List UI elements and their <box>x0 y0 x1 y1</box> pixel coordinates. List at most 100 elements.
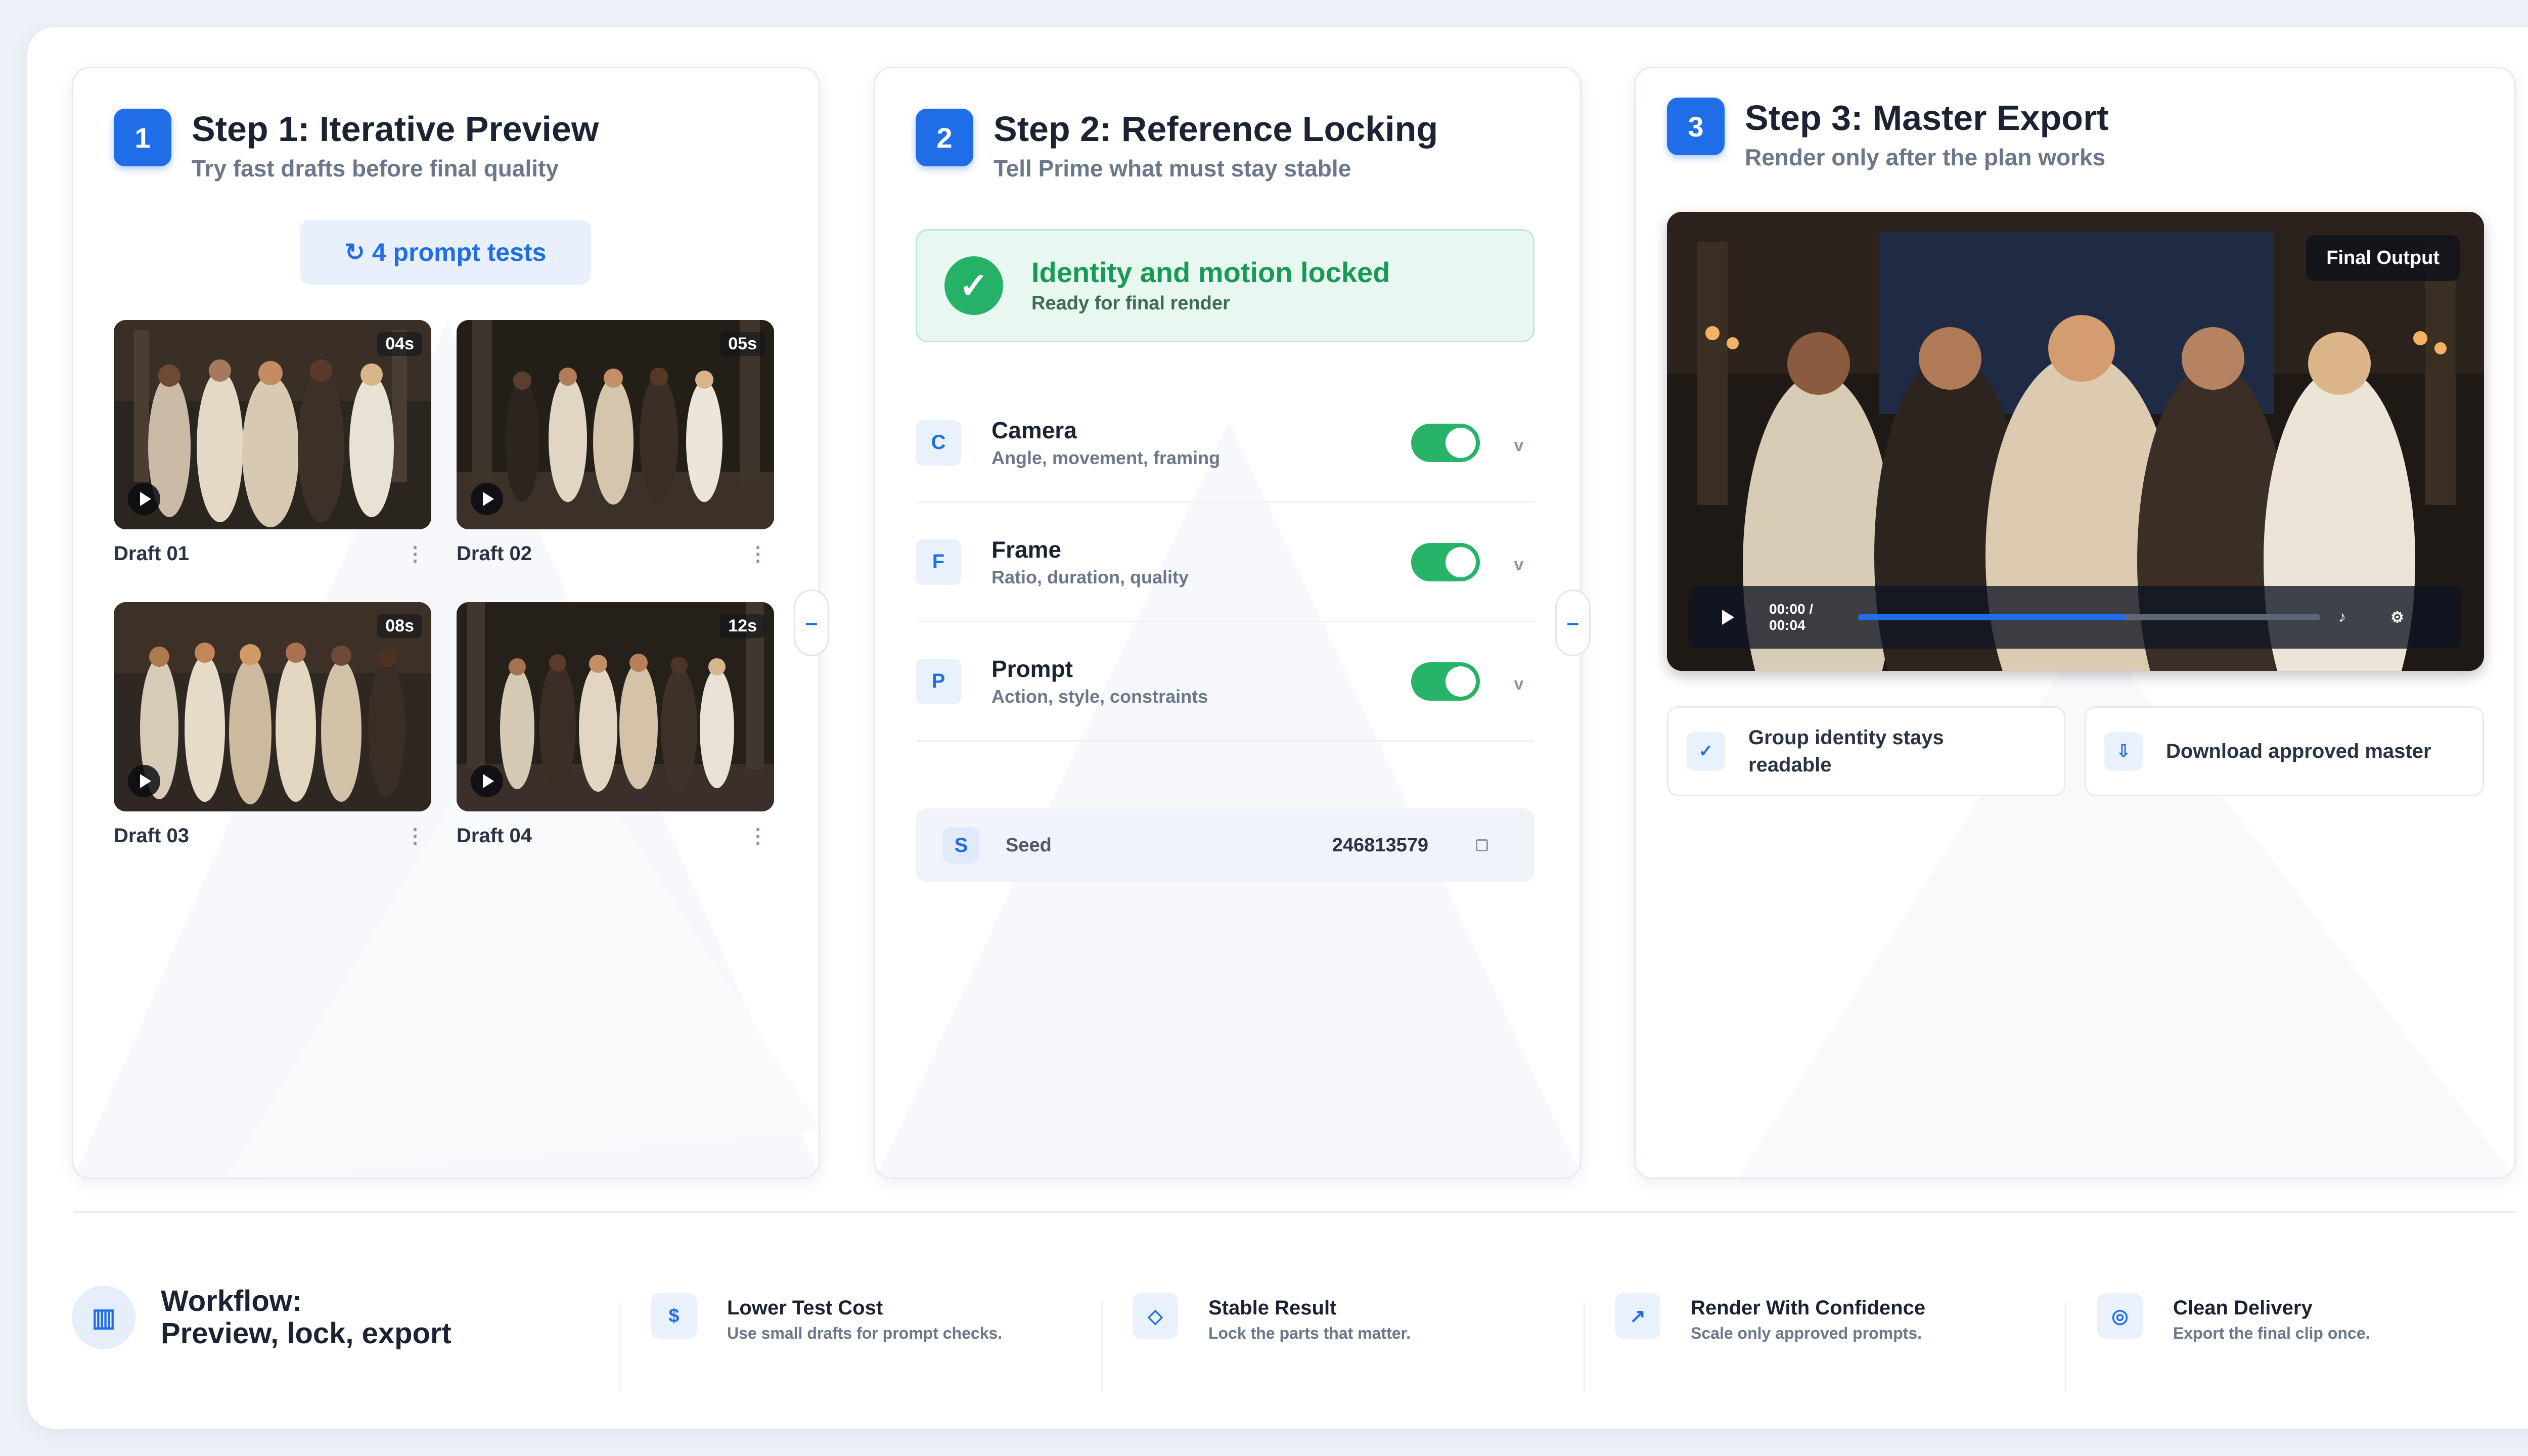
step3-title: Step 3: Master Export <box>1745 98 2109 138</box>
footer-benefit: ↗ Render With Confidence Scale only appr… <box>1615 1270 1925 1345</box>
prompt-tests-button[interactable]: ↻ 4 prompt tests <box>300 220 591 285</box>
lock-row-subtitle: Angle, movement, framing <box>991 447 1221 468</box>
workflow-summary: ▥ Workflow: Preview, lock, export <box>72 1285 452 1350</box>
step2-header: 2 Step 2: Reference Locking Tell Prime w… <box>916 109 1438 185</box>
collapse-handle-icon[interactable]: – <box>1555 589 1591 656</box>
benefit-subtitle: Export the final clip once. <box>2173 1324 2370 1342</box>
draft-label: Draft 03 <box>114 825 189 847</box>
prompt-lock-toggle[interactable] <box>1411 662 1480 701</box>
dollar-icon: $ <box>651 1293 697 1339</box>
benefit-title: Lower Test Cost <box>727 1297 883 1319</box>
duration-badge: 08s <box>377 614 422 638</box>
arrow-up-right-icon: ↗ <box>1615 1293 1660 1339</box>
draft-card[interactable]: 04s Draft 01 ⋮ <box>114 320 431 565</box>
step1-title: Step 1: Iterative Preview <box>192 109 599 149</box>
more-options-icon[interactable]: ⋮ <box>748 544 768 564</box>
footer-separator <box>1101 1301 1103 1392</box>
draft-thumbnail[interactable]: 05s <box>457 320 774 529</box>
frame-icon: F <box>916 539 961 585</box>
draft-label: Draft 04 <box>457 825 532 847</box>
chevron-down-icon[interactable]: v <box>1503 549 1534 575</box>
prompt-icon: P <box>916 658 961 704</box>
time-current: 00:00 / <box>1769 601 1814 617</box>
workflow-title: Workflow: <box>161 1285 302 1317</box>
duration-badge: 12s <box>720 614 765 638</box>
progress-fill <box>1858 614 2127 620</box>
benefit-subtitle: Scale only approved prompts. <box>1691 1324 1922 1342</box>
lock-row-title: Prompt <box>991 655 1073 682</box>
play-icon[interactable] <box>128 483 160 515</box>
play-icon[interactable] <box>1707 598 1746 636</box>
step2-title: Step 2: Reference Locking <box>994 109 1438 149</box>
draft-thumbnail[interactable]: 12s <box>457 602 774 811</box>
camera-icon: C <box>916 420 961 466</box>
collapse-handle-icon[interactable]: – <box>794 589 829 656</box>
more-options-icon[interactable]: ⋮ <box>748 826 768 846</box>
draft-thumbnail[interactable]: 08s <box>114 602 431 811</box>
frame-lock-toggle[interactable] <box>1411 542 1480 581</box>
check-icon: ✓ <box>1687 732 1725 770</box>
step-number-badge: 3 <box>1667 98 1725 155</box>
footer-benefit: ◎ Clean Delivery Export the final clip o… <box>2097 1270 2370 1345</box>
settings-icon[interactable]: ⚙ <box>2390 609 2404 626</box>
lock-row-frame[interactable]: F Frame Ratio, duration, quality v <box>916 503 1534 622</box>
seed-label: Seed <box>1006 834 1052 856</box>
copy-icon[interactable] <box>1476 839 1488 851</box>
identity-feature-card: ✓ Group identity stays readable <box>1667 706 2065 796</box>
lock-row-prompt[interactable]: P Prompt Action, style, constraints v <box>916 622 1534 742</box>
more-options-icon[interactable]: ⋮ <box>405 544 425 564</box>
progress-track[interactable] <box>1858 614 2320 620</box>
footer-separator <box>1584 1301 1585 1392</box>
footer-separator <box>2065 1301 2066 1392</box>
final-video-player[interactable]: Final Output 00:00 / 00:04 ♪ ⚙ <box>1667 212 2484 671</box>
draft-card[interactable]: 08s Draft 03 ⋮ <box>114 602 431 847</box>
refresh-icon: ↻ <box>344 239 365 266</box>
play-icon[interactable] <box>471 765 503 797</box>
app-canvas: 1 Step 1: Iterative Preview Try fast dra… <box>27 27 2528 1429</box>
chevron-down-icon[interactable]: v <box>1503 430 1534 456</box>
step2-panel: 2 Step 2: Reference Locking Tell Prime w… <box>874 67 1582 1179</box>
lock-row-camera[interactable]: C Camera Angle, movement, framing v <box>916 384 1534 503</box>
seed-value: 246813579 <box>1332 834 1428 856</box>
play-icon[interactable] <box>471 483 503 515</box>
time-display: 00:00 / 00:04 <box>1769 601 1825 633</box>
step3-header: 3 Step 3: Master Export Render only afte… <box>1667 98 2109 173</box>
benefit-title: Stable Result <box>1208 1297 1337 1319</box>
camera-lock-toggle[interactable] <box>1411 423 1480 462</box>
diamond-icon: ◇ <box>1133 1293 1178 1339</box>
check-circle-icon: ✓ <box>944 256 1003 315</box>
lock-row-title: Frame <box>991 536 1062 563</box>
step-number-badge: 2 <box>916 109 973 166</box>
footer-benefit: $ Lower Test Cost Use small drafts for p… <box>651 1270 1002 1345</box>
download-master-button[interactable]: ⇩ Download approved master <box>2085 706 2484 796</box>
target-icon: ◎ <box>2097 1293 2143 1339</box>
seed-field[interactable]: S Seed 246813579 <box>916 808 1534 882</box>
step3-panel: 3 Step 3: Master Export Render only afte… <box>1634 67 2516 1179</box>
lock-row-subtitle: Ratio, duration, quality <box>991 566 1189 587</box>
download-icon: ⇩ <box>2104 732 2143 770</box>
duration-badge: 05s <box>720 332 765 356</box>
step-number-badge: 1 <box>114 109 171 166</box>
footer-divider <box>73 1211 2515 1213</box>
lock-status-subtitle: Ready for final render <box>1031 293 1230 314</box>
benefit-title: Clean Delivery <box>2173 1297 2313 1319</box>
music-icon[interactable]: ♪ <box>2338 609 2346 626</box>
draft-thumbnail[interactable]: 04s <box>114 320 431 529</box>
lock-row-title: Camera <box>991 417 1077 443</box>
draft-card[interactable]: 12s Draft 04 ⋮ <box>457 602 774 847</box>
workflow-steps: Preview, lock, export <box>161 1317 452 1350</box>
benefit-subtitle: Lock the parts that matter. <box>1208 1324 1411 1342</box>
more-options-icon[interactable]: ⋮ <box>405 826 425 846</box>
footer-separator <box>620 1301 621 1392</box>
play-icon[interactable] <box>128 765 160 797</box>
draft-label: Draft 01 <box>114 542 189 565</box>
benefit-title: Render With Confidence <box>1691 1297 1926 1319</box>
draft-card[interactable]: 05s Draft 02 ⋮ <box>457 320 774 565</box>
step1-panel: 1 Step 1: Iterative Preview Try fast dra… <box>72 67 820 1179</box>
duration-badge: 04s <box>377 332 422 356</box>
workflow-icon: ▥ <box>72 1286 136 1349</box>
final-output-badge: Final Output <box>2306 235 2460 281</box>
time-total: 00:04 <box>1769 617 1805 633</box>
benefit-subtitle: Use small drafts for prompt checks. <box>727 1324 1003 1342</box>
chevron-down-icon[interactable]: v <box>1503 668 1534 694</box>
